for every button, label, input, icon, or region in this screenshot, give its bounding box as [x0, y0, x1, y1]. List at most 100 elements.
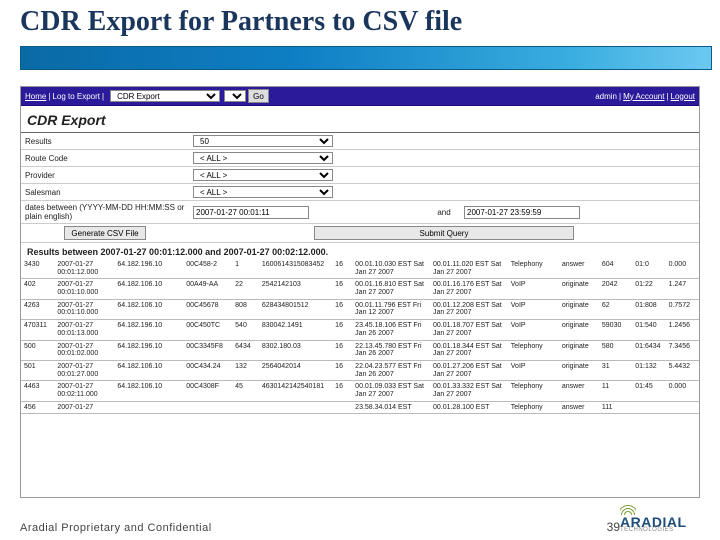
- label-dates: dates between (YYYY-MM-DD HH:MM:SS or pl…: [21, 201, 189, 224]
- cell: 01:540: [632, 320, 665, 340]
- cell: 6434: [232, 340, 259, 360]
- page-number: 39: [590, 520, 620, 534]
- cell: 1.2456: [666, 320, 699, 340]
- cell: 64.182.196.10: [114, 320, 183, 340]
- cell: 16: [332, 381, 352, 401]
- cell: 500: [21, 340, 54, 360]
- cell: 23.45.18.106 EST Fri Jan 26 2007: [352, 320, 430, 340]
- nav-log-export[interactable]: Log to Export: [52, 92, 100, 101]
- cell: 2007-01-27 00:01:12.000: [54, 259, 114, 279]
- cell: 00C450TC: [183, 320, 232, 340]
- cell: [183, 401, 232, 414]
- cell: 1.247: [666, 279, 699, 299]
- cell: 2007-01-27 00:01:02.000: [54, 340, 114, 360]
- cell: 501: [21, 360, 54, 380]
- cell: 2007-01-27 00:01:10.000: [54, 279, 114, 299]
- cell: 470311: [21, 320, 54, 340]
- cell: 00C45678: [183, 299, 232, 319]
- cell: originate: [559, 320, 599, 340]
- generate-csv-button[interactable]: Generate CSV File: [64, 226, 145, 240]
- cell: originate: [559, 299, 599, 319]
- breadcrumb-select[interactable]: CDR Export: [110, 90, 220, 102]
- cell: 540: [232, 320, 259, 340]
- cell: Telephony: [508, 401, 559, 414]
- date-from-input[interactable]: [193, 206, 309, 219]
- cell: VoIP: [508, 320, 559, 340]
- cell: 00.01.27.206 EST Sat Jan 27 2007: [430, 360, 508, 380]
- cell: answer: [559, 259, 599, 279]
- cell: 16: [332, 259, 352, 279]
- cell: originate: [559, 279, 599, 299]
- cell: 64.182.106.10: [114, 381, 183, 401]
- label-and: and: [428, 201, 460, 224]
- provider-select[interactable]: < ALL >: [193, 169, 333, 181]
- cell: 2564042014: [259, 360, 332, 380]
- cell: 808: [232, 299, 259, 319]
- cell: 5.4432: [666, 360, 699, 380]
- cell: 16: [332, 320, 352, 340]
- cell: 604: [599, 259, 632, 279]
- app-screenshot: Home | Log to Export | CDR Export Go adm…: [20, 86, 700, 498]
- cell: originate: [559, 340, 599, 360]
- results-table: 34302007-01-27 00:01:12.00064.182.196.10…: [21, 259, 699, 414]
- cell: VoIP: [508, 279, 559, 299]
- results-caption: Results between 2007-01-27 00:01:12.000 …: [21, 243, 699, 259]
- cell: 01:132: [632, 360, 665, 380]
- confidential-text: Aradial Proprietary and Confidential: [20, 522, 590, 534]
- cell: originate: [559, 360, 599, 380]
- cell: 64.182.106.10: [114, 360, 183, 380]
- cell: 31: [599, 360, 632, 380]
- salesman-select[interactable]: < ALL >: [193, 186, 333, 198]
- cell: 580: [599, 340, 632, 360]
- table-row: 4703112007-01-27 00:01:13.00064.182.196.…: [21, 320, 699, 340]
- cell: 402: [21, 279, 54, 299]
- cell: VoIP: [508, 299, 559, 319]
- cell: 00.01.09.033 EST Sat Jan 27 2007: [352, 381, 430, 401]
- submit-query-button[interactable]: Submit Query: [314, 226, 574, 240]
- cell: 59030: [599, 320, 632, 340]
- route-select[interactable]: < ALL >: [193, 152, 333, 164]
- cell: [632, 401, 665, 414]
- cell: 8302.180.03: [259, 340, 332, 360]
- cell: 2042: [599, 279, 632, 299]
- go-button[interactable]: Go: [248, 89, 269, 103]
- cell: 23.58.34.014 EST: [352, 401, 430, 414]
- logout-link[interactable]: Logout: [671, 92, 695, 101]
- breadcrumb-sub-select[interactable]: [224, 90, 246, 102]
- cell: 62: [599, 299, 632, 319]
- cell: 00.01.18.707 EST Sat Jan 27 2007: [430, 320, 508, 340]
- cell: 456: [21, 401, 54, 414]
- cell: 4463: [21, 381, 54, 401]
- cell: 00.01.18.344 EST Sat Jan 27 2007: [430, 340, 508, 360]
- cell: 3430: [21, 259, 54, 279]
- slide-title: CDR Export for Partners to CSV file: [20, 6, 700, 38]
- filter-form: Results 50 Route Code < ALL > Provider <…: [21, 133, 699, 243]
- cell: 4263: [21, 299, 54, 319]
- cell: 16: [332, 360, 352, 380]
- cell: 01:808: [632, 299, 665, 319]
- cell: 2007-01-27 00:01:27.000: [54, 360, 114, 380]
- date-to-input[interactable]: [464, 206, 580, 219]
- title-bar: CDR Export for Partners to CSV file: [0, 0, 720, 70]
- cell: 01:45: [632, 381, 665, 401]
- cell: 00.01.16.810 EST Sat Jan 27 2007: [352, 279, 430, 299]
- my-account-link[interactable]: My Account: [623, 92, 664, 101]
- cell: 64.182.196.10: [114, 259, 183, 279]
- cell: 01:0: [632, 259, 665, 279]
- cell: 2007-01-27: [54, 401, 114, 414]
- cell: 00.01.11.796 EST Fri Jan 12 2007: [352, 299, 430, 319]
- cell: [114, 401, 183, 414]
- cell: 628434801512: [259, 299, 332, 319]
- cell: 16: [332, 340, 352, 360]
- cell: 00C4308F: [183, 381, 232, 401]
- cell: 7.3456: [666, 340, 699, 360]
- cell: 16: [332, 299, 352, 319]
- table-row: 34302007-01-27 00:01:12.00064.182.196.10…: [21, 259, 699, 279]
- results-select[interactable]: 50: [193, 135, 333, 147]
- table-row: 5002007-01-27 00:01:02.00064.182.196.100…: [21, 340, 699, 360]
- slide-footer: Aradial Proprietary and Confidential 39 …: [0, 501, 720, 534]
- label-salesman: Salesman: [21, 184, 189, 201]
- current-user: admin: [595, 92, 617, 101]
- nav-home[interactable]: Home: [25, 92, 46, 101]
- cell: [666, 401, 699, 414]
